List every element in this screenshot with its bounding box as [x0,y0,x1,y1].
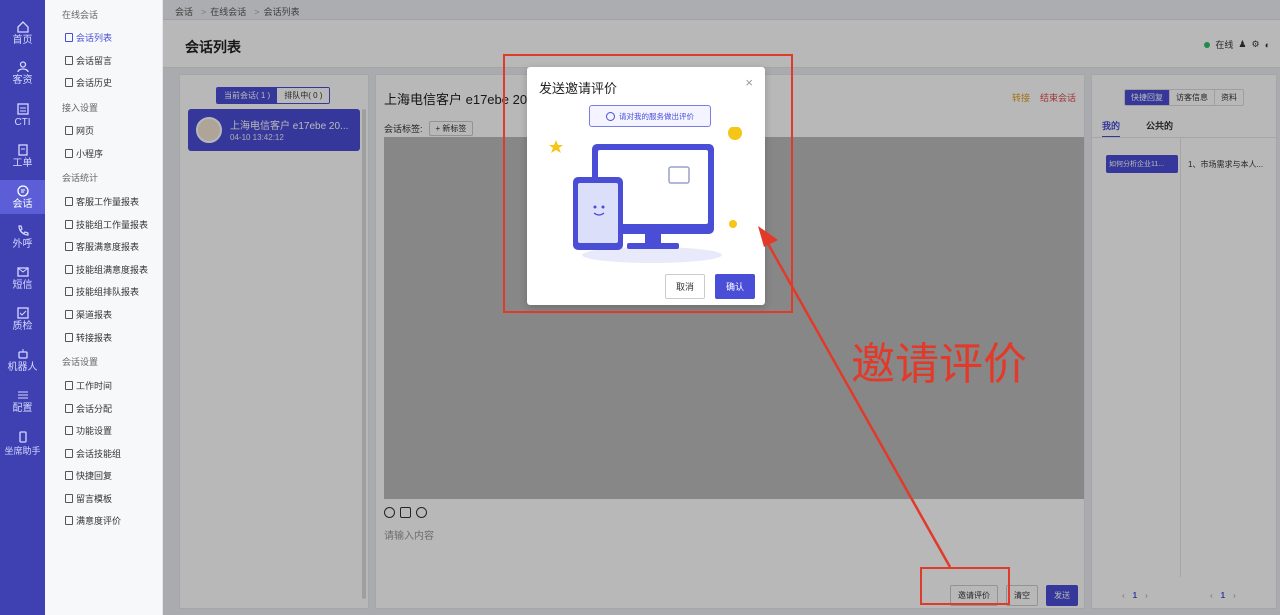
annotation-box-dialog [503,54,793,313]
rail-item-ticket[interactable]: 工单 [0,143,45,170]
left-rail: 首页 客资 CTI 工单 会话 外呼 短信 质检 机器人 配置 坐席助手 [0,0,45,615]
rail-item-sms[interactable]: 短信 [0,265,45,292]
nav-item-chat-message[interactable]: 会话留言 [65,54,112,67]
document-icon [65,426,73,435]
nav-group-access: 接入设置 [62,103,99,113]
rail-item-quality[interactable]: 质检 [0,306,45,333]
nav-item-skill-group[interactable]: 会话技能组 [65,447,121,460]
document-icon [65,471,73,480]
nav-group-stats: 会话统计 [62,173,99,183]
document-icon [65,33,73,42]
nav-item-work-time[interactable]: 工作时间 [65,379,112,392]
cti-icon [16,103,29,115]
nav-item-group-workload[interactable]: 技能组工作量报表 [65,218,148,231]
quality-icon [16,307,29,319]
document-icon [65,78,73,87]
rail-item-outbound[interactable]: 外呼 [0,224,45,251]
rail-item-home[interactable]: 首页 [0,20,45,47]
document-icon [65,404,73,413]
document-icon [65,287,73,296]
customer-icon [16,61,29,73]
config-icon [17,391,28,399]
nav-item-group-queue[interactable]: 技能组排队报表 [65,285,139,298]
document-icon [65,126,73,135]
rail-item-chat[interactable]: 会话 [0,180,45,214]
nav-item-agent-workload[interactable]: 客服工作量报表 [65,195,139,208]
nav-item-transfer-report[interactable]: 转接报表 [65,331,112,344]
document-icon [65,449,73,458]
document-icon [65,56,73,65]
rail-item-customer[interactable]: 客资 [0,60,45,87]
document-icon [65,333,73,342]
nav-item-feature-settings[interactable]: 功能设置 [65,424,112,437]
nav-item-chat-history[interactable]: 会话历史 [65,76,112,89]
robot-icon [17,349,28,359]
annotation-label: 邀请评价 [851,339,1027,390]
document-icon [65,310,73,319]
rail-item-config[interactable]: 配置 [0,388,45,415]
annotation-box-button [920,567,1010,605]
nav-item-satisfaction-eval[interactable]: 满意度评价 [65,514,121,527]
rail-item-robot[interactable]: 机器人 [0,347,45,374]
nav-item-web[interactable]: 网页 [65,124,94,137]
nav-group-settings: 会话设置 [62,357,99,367]
document-icon [65,494,73,503]
assistant-icon [18,431,27,443]
rail-item-assistant[interactable]: 坐席助手 [0,430,45,457]
sms-icon [16,267,29,277]
nav-item-miniprogram[interactable]: 小程序 [65,147,103,160]
nav-item-quick-reply[interactable]: 快捷回复 [65,469,112,482]
document-icon [65,149,73,158]
document-icon [65,242,73,251]
home-icon [16,21,29,33]
nav-group-online-chat: 在线会话 [62,10,99,20]
nav-item-channel-report[interactable]: 渠道报表 [65,308,112,321]
document-icon [65,381,73,390]
document-icon [65,516,73,525]
nav-item-group-satisfaction[interactable]: 技能组满意度报表 [65,263,148,276]
sub-nav: 在线会话 会话列表 会话留言 会话历史 接入设置 网页 小程序 会话统计 客服工… [45,0,163,615]
document-icon [65,220,73,229]
rail-item-cti[interactable]: CTI [0,102,45,129]
document-icon [65,197,73,206]
nav-item-message-template[interactable]: 留言模板 [65,492,112,505]
nav-item-agent-satisfaction[interactable]: 客服满意度报表 [65,240,139,253]
chat-icon [16,185,29,197]
ticket-icon [17,144,28,156]
phone-icon [17,225,29,236]
nav-item-chat-list[interactable]: 会话列表 [65,31,112,44]
document-icon [65,265,73,274]
nav-item-chat-assign[interactable]: 会话分配 [65,402,112,415]
